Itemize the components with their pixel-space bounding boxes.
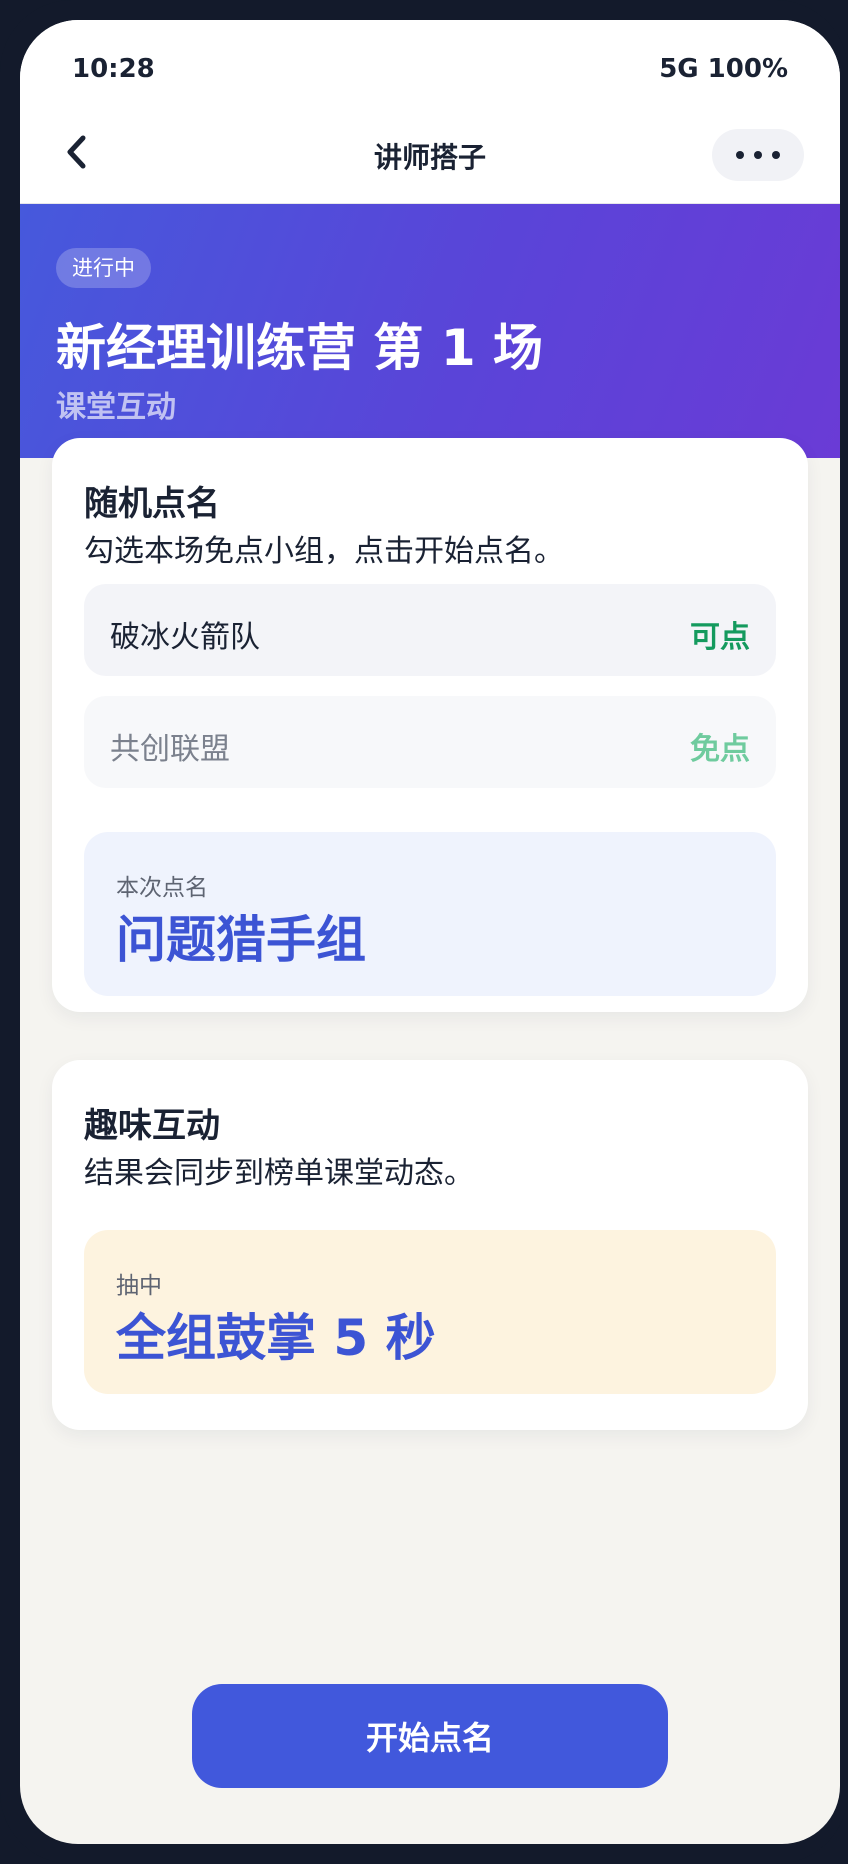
group-row[interactable]: 破冰火箭队 可点	[84, 584, 776, 676]
fun-result-value: 全组鼓掌 5 秒	[116, 1309, 436, 1367]
roll-call-description: 勾选本场免点小组，点击开始点名。	[84, 534, 564, 569]
more-button[interactable]	[712, 129, 804, 181]
group-row[interactable]: 共创联盟 免点	[84, 696, 776, 788]
fun-result-label: 抽中	[116, 1273, 162, 1299]
status-time: 10:28	[72, 54, 155, 84]
roll-call-result: 本次点名 问题猎手组	[84, 832, 776, 996]
fun-interaction-title: 趣味互动	[84, 1106, 220, 1146]
roll-call-card: 随机点名 勾选本场免点小组，点击开始点名。 破冰火箭队 可点 共创联盟 免点 本…	[52, 438, 808, 1012]
fun-interaction-card: 趣味互动 结果会同步到榜单课堂动态。 抽中 全组鼓掌 5 秒	[52, 1060, 808, 1430]
phone-frame: 10:28 5G 100% 讲师搭子 进行中 新经理训练营 第 1 场 课堂互动	[0, 0, 848, 1864]
group-name: 破冰火箭队	[110, 620, 260, 655]
status-network-battery: 5G 100%	[659, 54, 788, 84]
roll-call-result-value: 问题猎手组	[116, 911, 366, 969]
start-roll-call-button[interactable]: 开始点名	[192, 1684, 668, 1788]
fun-interaction-result: 抽中 全组鼓掌 5 秒	[84, 1230, 776, 1394]
session-title: 新经理训练营 第 1 场	[56, 319, 544, 377]
group-name: 共创联盟	[110, 732, 230, 767]
status-badge: 进行中	[56, 248, 151, 288]
roll-call-result-label: 本次点名	[116, 875, 208, 901]
roll-call-title: 随机点名	[84, 484, 220, 524]
group-status: 可点	[690, 620, 750, 655]
nav-bar: 讲师搭子	[20, 100, 840, 204]
fun-interaction-description: 结果会同步到榜单课堂动态。	[84, 1156, 474, 1191]
session-subtitle: 课堂互动	[56, 390, 176, 425]
group-status: 免点	[690, 732, 750, 767]
status-bar: 10:28 5G 100%	[20, 20, 840, 100]
more-dots-icon	[736, 151, 780, 159]
app-screen: 10:28 5G 100% 讲师搭子 进行中 新经理训练营 第 1 场 课堂互动	[20, 20, 840, 1844]
session-header: 进行中 新经理训练营 第 1 场 课堂互动	[20, 204, 840, 458]
